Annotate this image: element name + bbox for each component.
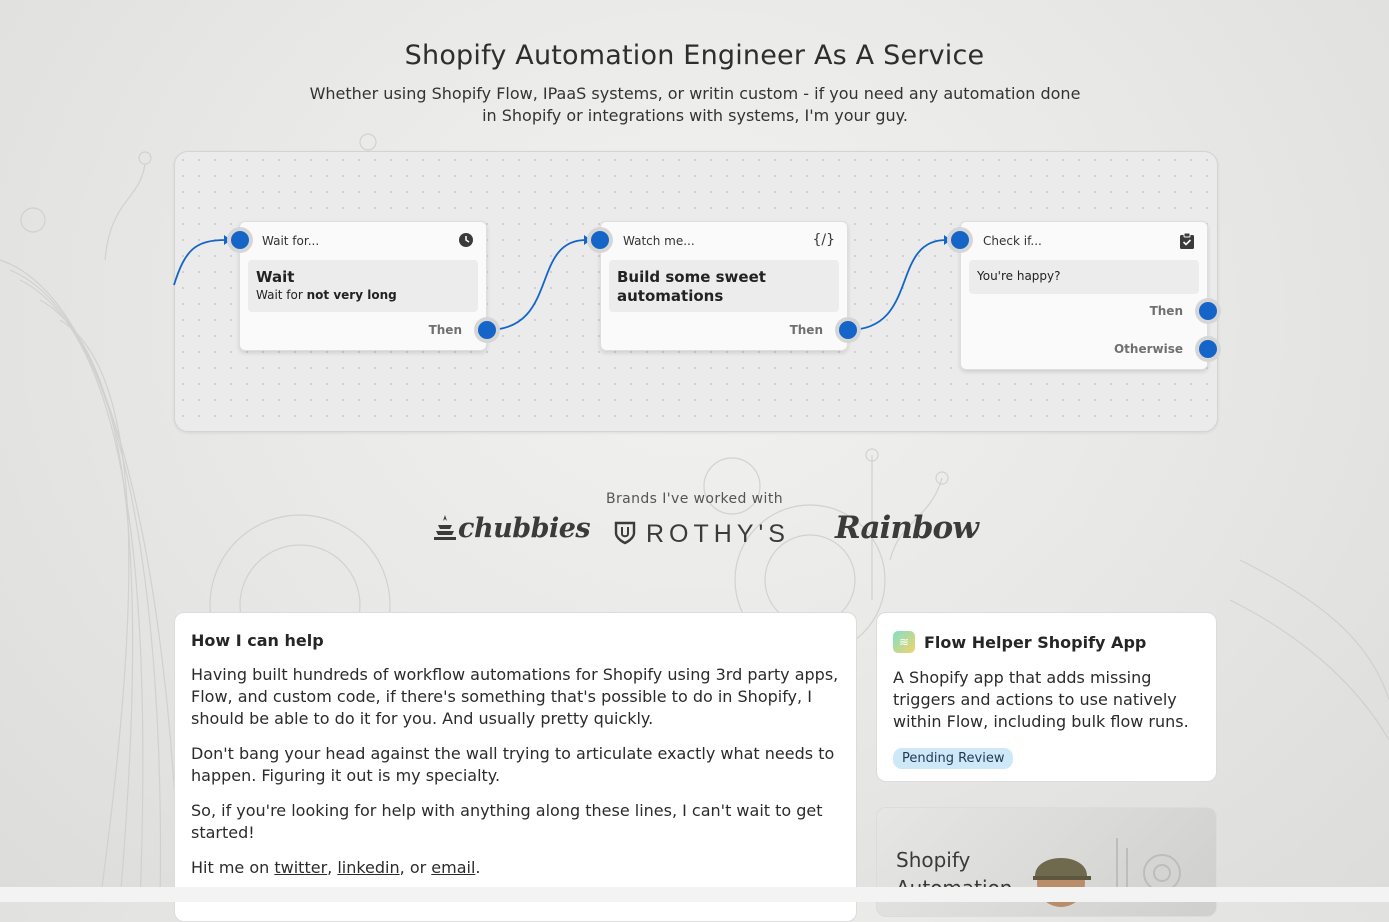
app-description: A Shopify app that adds missing triggers… — [893, 668, 1189, 731]
port-label-then: Then — [1149, 304, 1183, 318]
linkedin-link[interactable]: linkedin — [337, 858, 399, 877]
card-title: Flow Helper Shopify App — [924, 632, 1147, 652]
node-body: Wait Wait for not very long — [248, 260, 478, 312]
video-thumbnail-graphic — [1033, 838, 1181, 907]
input-port[interactable] — [951, 231, 969, 249]
page-title: Shopify Automation Engineer As A Service — [404, 40, 985, 71]
help-paragraph: Don't bang your head against the wall tr… — [191, 744, 835, 785]
flow-node-check[interactable]: Check if... You're happy? Then Otherwise — [960, 221, 1208, 370]
how-i-can-help-card: How I can help Having built hundreds of … — [174, 612, 857, 922]
node-header: Wait for... — [262, 234, 320, 248]
port-label-otherwise: Otherwise — [1113, 342, 1183, 356]
help-paragraph: So, if you're looking for help with anyt… — [191, 801, 823, 842]
output-port-otherwise[interactable] — [1199, 340, 1217, 358]
page-bottom-strip — [0, 887, 1389, 902]
node-header: Watch me... — [623, 234, 695, 248]
port-label-then: Then — [428, 323, 462, 337]
output-port-then[interactable] — [1199, 302, 1217, 320]
card-title: How I can help — [191, 631, 324, 650]
clipboard-check-icon — [1179, 232, 1195, 254]
flow-helper-app-card[interactable]: ≋ Flow Helper Shopify App A Shopify app … — [876, 612, 1217, 782]
port-label-then: Then — [789, 323, 823, 337]
brand-logo-rainbow: Rainbow — [835, 510, 979, 546]
page-subtitle: Whether using Shopify Flow, IPaaS system… — [309, 84, 1081, 125]
flow-helper-app-icon: ≋ — [893, 631, 915, 653]
brand-logo-rothys: ROTHY'S — [614, 520, 790, 549]
brand-logo-chubbies: chubbies — [434, 513, 591, 544]
contact-line: Hit me on twitter, linkedin, or email. — [191, 858, 481, 877]
node-title: Build some sweet automations — [617, 268, 766, 305]
output-port-then[interactable] — [478, 321, 496, 339]
node-condition: You're happy? — [977, 269, 1061, 283]
status-badge: Pending Review — [893, 748, 1014, 769]
node-body: You're happy? — [969, 260, 1199, 294]
code-icon: {/} — [812, 232, 835, 248]
app-title-row: ≋ Flow Helper Shopify App — [893, 631, 1200, 653]
node-detail: Wait for not very long — [256, 288, 397, 302]
output-port-then[interactable] — [839, 321, 857, 339]
node-title: Wait — [256, 268, 295, 286]
email-link[interactable]: email — [431, 858, 475, 877]
clock-icon — [458, 232, 474, 252]
flow-node-wait[interactable]: Wait for... Wait Wait for not very long … — [239, 221, 487, 351]
help-paragraph: Having built hundreds of workflow automa… — [191, 665, 839, 728]
node-header: Check if... — [983, 234, 1042, 248]
node-body: Build some sweet automations — [609, 260, 839, 312]
brands-label: Brands I've worked with — [605, 491, 783, 507]
input-port[interactable] — [231, 231, 249, 249]
twitter-link[interactable]: twitter — [274, 858, 327, 877]
flow-node-watch[interactable]: Watch me... {/} Build some sweet automat… — [600, 221, 848, 351]
input-port[interactable] — [591, 231, 609, 249]
